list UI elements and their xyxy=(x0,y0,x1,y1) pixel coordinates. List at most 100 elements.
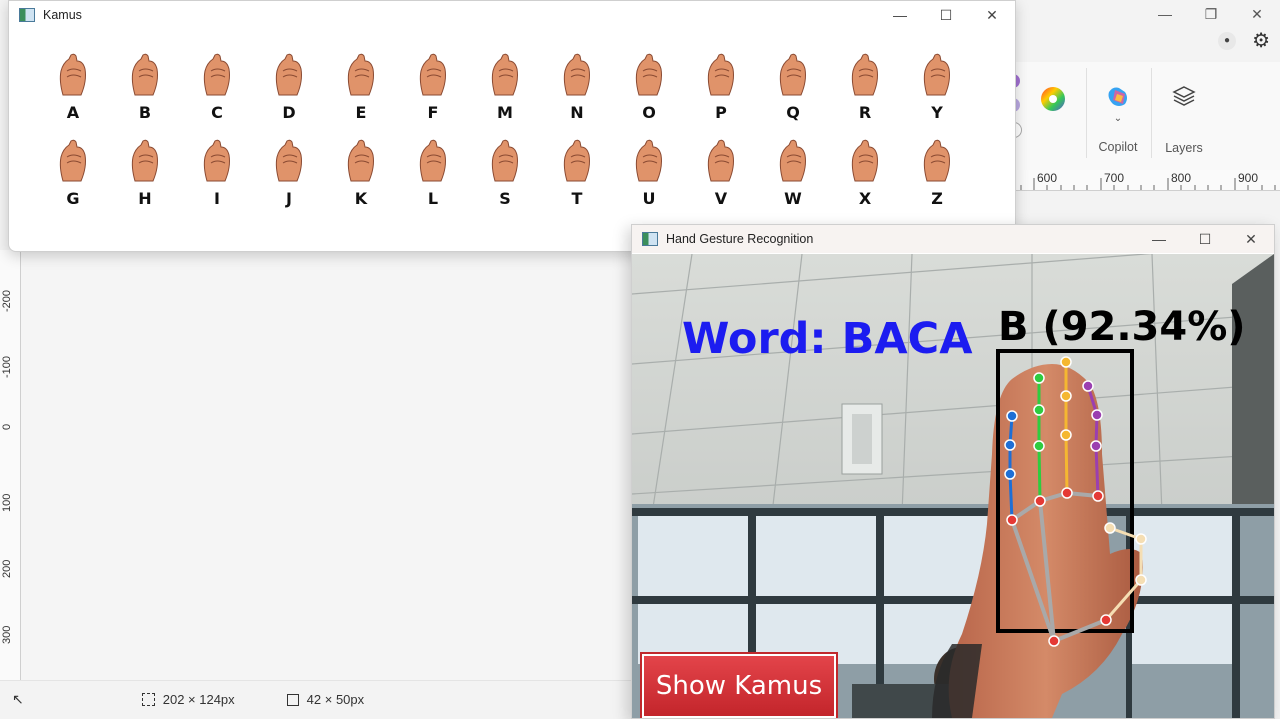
ruler-label: -100 xyxy=(1,355,13,378)
sign-card: U xyxy=(625,137,673,208)
gear-icon[interactable]: ⚙ xyxy=(1252,28,1270,53)
sign-card: L xyxy=(409,137,457,208)
hand-gesture-window: Hand Gesture Recognition — ☐ ✕ Word: BAC… xyxy=(631,224,1275,719)
hand-sign-icon xyxy=(635,53,662,96)
kamus-window: Kamus — ☐ ✕ A B C D E F M N O P Q R Y G H I J K L S T U V W X Z xyxy=(8,0,1016,252)
sign-letter: T xyxy=(571,189,583,208)
sign-letter: E xyxy=(355,103,367,122)
layers-button[interactable]: Layers xyxy=(1164,84,1204,155)
show-kamus-button[interactable]: Show Kamus xyxy=(640,652,838,718)
pointer-icon: ↖ xyxy=(12,691,24,707)
sign-letter: G xyxy=(66,189,80,208)
hand-sign-icon xyxy=(347,53,374,96)
app-icon xyxy=(642,232,658,246)
sign-letter: M xyxy=(497,103,513,122)
hand-sign-icon xyxy=(707,53,734,96)
color-picker-group[interactable] xyxy=(1038,84,1068,117)
sign-letter: A xyxy=(66,103,80,122)
sign-card: P xyxy=(697,51,745,122)
sign-row-2: GHIJKLSTUVWXZ xyxy=(49,137,989,227)
status-bar: ↖ 202 × 124px 42 × 50px xyxy=(0,680,632,718)
hand-sign-icon xyxy=(203,139,230,182)
sign-card: Q xyxy=(769,51,817,122)
hand-sign-icon xyxy=(563,139,590,182)
maximize-icon[interactable]: ☐ xyxy=(1182,225,1228,253)
sign-letter: N xyxy=(570,103,584,122)
minimize-icon[interactable]: — xyxy=(877,1,923,29)
close-icon[interactable]: ✕ xyxy=(1228,225,1274,253)
hand-sign-icon xyxy=(635,139,662,182)
sign-card: Y xyxy=(913,51,961,122)
sign-card: N xyxy=(553,51,601,122)
hand-sign-icon xyxy=(203,53,230,96)
sign-card: I xyxy=(193,137,241,208)
sign-card: K xyxy=(337,137,385,208)
camera-feed: Word: BACA B (92.34%) Show Kamus xyxy=(632,254,1274,718)
account-icon[interactable]: ● xyxy=(1218,31,1237,50)
hand-sign-icon xyxy=(851,53,878,96)
hand-sign-icon xyxy=(275,139,302,182)
color-wheel-icon[interactable] xyxy=(1038,84,1068,114)
hand-sign-icon xyxy=(923,139,950,182)
hand-sign-icon xyxy=(419,53,446,96)
sign-letter: F xyxy=(427,103,439,122)
window-title: Hand Gesture Recognition xyxy=(666,232,814,246)
app-icon xyxy=(19,8,35,22)
sign-letter: S xyxy=(499,189,511,208)
sign-letter: K xyxy=(354,189,368,208)
canvas-size-icon xyxy=(286,693,299,706)
ruler-label: 0 xyxy=(1,423,13,430)
sign-letter: X xyxy=(858,189,872,208)
hand-sign-icon xyxy=(491,139,518,182)
copilot-icon xyxy=(1108,87,1127,106)
hand-sign-icon xyxy=(779,139,806,182)
paint-ribbon: ⌄ Copilot Layers xyxy=(1010,62,1280,171)
ruler-label: 800 xyxy=(1171,171,1192,185)
sign-card: T xyxy=(553,137,601,208)
sign-card: X xyxy=(841,137,889,208)
sign-letter: Q xyxy=(786,103,800,122)
hand-sign-icon xyxy=(347,139,374,182)
canvas-size: 42 × 50px xyxy=(286,692,364,707)
minimize-icon[interactable]: — xyxy=(1136,225,1182,253)
sign-card: O xyxy=(625,51,673,122)
sign-letter: P xyxy=(715,103,727,122)
hand-sign-icon xyxy=(275,53,302,96)
sign-letter: L xyxy=(427,189,439,208)
copilot-button[interactable]: ⌄ Copilot xyxy=(1098,84,1138,154)
sign-card: V xyxy=(697,137,745,208)
hand-sign-icon xyxy=(779,53,806,96)
maximize-icon[interactable]: ☐ xyxy=(923,1,969,29)
hand-sign-icon xyxy=(59,53,86,96)
sign-letter: W xyxy=(784,189,802,208)
selection-icon xyxy=(141,693,155,706)
hand-sign-icon xyxy=(491,53,518,96)
hand-sign-icon xyxy=(59,139,86,182)
sign-card: Z xyxy=(913,137,961,208)
hand-sign-icon xyxy=(131,53,158,96)
sign-card: D xyxy=(265,51,313,122)
sign-card: F xyxy=(409,51,457,122)
minimize-icon[interactable]: — xyxy=(1142,0,1188,28)
hand-sign-icon xyxy=(131,139,158,182)
paint-canvas-area[interactable] xyxy=(21,250,633,680)
sign-letter: U xyxy=(642,189,656,208)
sign-card: A xyxy=(49,51,97,122)
sign-row-1: ABCDEFMNOPQRY xyxy=(49,51,989,141)
hand-sign-icon xyxy=(707,139,734,182)
sign-card: R xyxy=(841,51,889,122)
vertical-ruler: -200 -100 0 100 200 300 xyxy=(0,250,21,680)
sign-card: C xyxy=(193,51,241,122)
hgr-titlebar[interactable]: Hand Gesture Recognition — ☐ ✕ xyxy=(632,225,1274,253)
horizontal-ruler: 600 700 800 900 xyxy=(1014,170,1280,191)
maximize-icon[interactable]: ❐ xyxy=(1188,0,1234,28)
paint-window-controls: — ❐ ✕ xyxy=(1142,0,1280,28)
close-icon[interactable]: ✕ xyxy=(1234,0,1280,28)
sign-letter: Y xyxy=(931,103,943,122)
kamus-titlebar[interactable]: Kamus — ☐ ✕ xyxy=(9,1,1015,29)
close-icon[interactable]: ✕ xyxy=(969,1,1015,29)
prediction-label: B (92.34%) xyxy=(998,304,1246,350)
sign-letter: H xyxy=(138,189,152,208)
recognized-word: Word: BACA xyxy=(682,314,973,364)
layers-icon xyxy=(1172,86,1196,106)
